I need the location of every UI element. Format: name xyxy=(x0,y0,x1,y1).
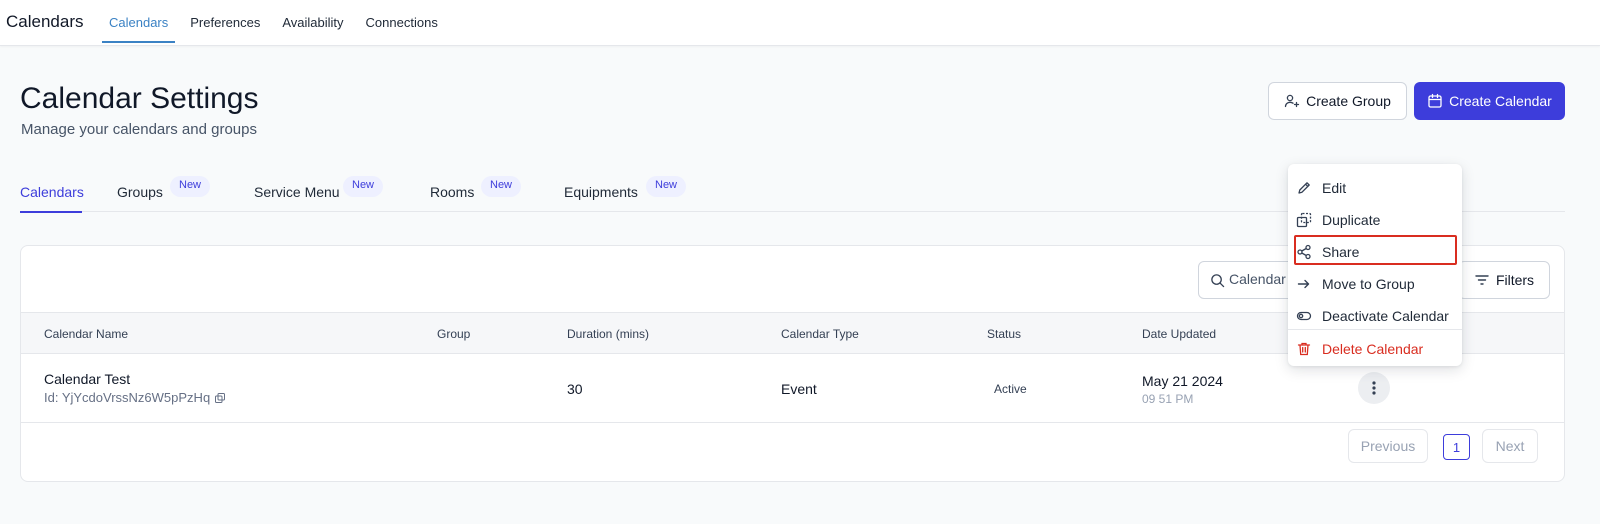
calendar-name[interactable]: Calendar Test xyxy=(44,371,130,387)
create-calendar-button[interactable]: Create Calendar xyxy=(1414,82,1565,120)
duplicate-icon xyxy=(1296,212,1312,228)
previous-button[interactable]: Previous xyxy=(1348,429,1428,463)
menu-item-label: Edit xyxy=(1322,180,1347,196)
create-calendar-label: Create Calendar xyxy=(1449,93,1552,109)
tab-label: Service Menu xyxy=(254,184,340,200)
calendar-id: Id: YjYcdoVrssNz6W5pPzHq xyxy=(44,390,226,405)
new-badge: New xyxy=(343,176,384,197)
tab-groups[interactable]: Groups New xyxy=(117,176,232,212)
copy-icon[interactable] xyxy=(214,392,226,404)
new-badge: New xyxy=(481,176,522,197)
menu-item-label: Duplicate xyxy=(1322,212,1381,228)
menu-item-label: Delete Calendar xyxy=(1322,341,1424,357)
menu-item-label: Share xyxy=(1322,244,1360,260)
tab-equipments[interactable]: Equipments New xyxy=(564,176,704,212)
topnav-preferences[interactable]: Preferences xyxy=(183,0,267,44)
menu-item-duplicate[interactable]: Duplicate xyxy=(1288,205,1462,235)
column-header-status: Status xyxy=(987,327,1022,341)
filters-label: Filters xyxy=(1495,272,1535,288)
menu-item-move-to-group[interactable]: Move to Group xyxy=(1288,269,1462,299)
new-badge: New xyxy=(646,176,687,197)
next-button[interactable]: Next xyxy=(1482,429,1538,463)
topnav-calendars[interactable]: Calendars xyxy=(102,0,176,44)
tab-label: Groups xyxy=(117,184,163,200)
page-subtitle: Manage your calendars and groups xyxy=(21,121,257,138)
arrow-right-icon xyxy=(1296,276,1312,292)
column-header-duration: Duration (mins) xyxy=(567,327,650,341)
page-title: Calendar Settings xyxy=(20,82,259,115)
calendar-id-text: Id: YjYcdoVrssNz6W5pPzHq xyxy=(44,390,211,405)
topnav-connections[interactable]: Connections xyxy=(359,0,445,44)
column-header-date-updated: Date Updated xyxy=(1142,327,1217,341)
top-nav: Calendars Preferences Availability Conne… xyxy=(102,0,453,46)
column-header-calendar-type: Calendar Type xyxy=(781,327,859,341)
tab-label: Rooms xyxy=(430,184,475,200)
menu-item-label: Move to Group xyxy=(1322,276,1415,292)
filter-icon xyxy=(1474,272,1490,288)
menu-divider xyxy=(1288,329,1462,330)
calendar-icon xyxy=(1427,93,1443,109)
app-title: Calendars xyxy=(6,12,84,31)
date-updated-value: May 21 2024 xyxy=(1142,373,1223,389)
top-bar: Calendars Calendars Preferences Availabi… xyxy=(0,0,1600,46)
column-header-group: Group xyxy=(437,327,471,341)
tab-rooms[interactable]: Rooms New xyxy=(430,176,530,212)
menu-item-delete-calendar[interactable]: Delete Calendar xyxy=(1288,334,1462,364)
page-1-button[interactable]: 1 xyxy=(1443,434,1470,460)
row-actions-button[interactable] xyxy=(1358,372,1390,404)
user-plus-icon xyxy=(1284,93,1300,109)
tab-service-menu[interactable]: Service Menu New xyxy=(254,176,394,212)
menu-item-label: Deactivate Calendar xyxy=(1322,308,1449,324)
calendar-type-value: Event xyxy=(781,381,817,397)
tab-label: Calendars xyxy=(20,184,84,200)
share-icon xyxy=(1296,244,1312,260)
duration-value: 30 xyxy=(567,381,583,397)
tab-calendars[interactable]: Calendars xyxy=(20,176,84,213)
time-updated-value: 09 51 PM xyxy=(1142,392,1194,406)
filters-button[interactable]: Filters xyxy=(1458,261,1550,299)
create-group-label: Create Group xyxy=(1306,93,1391,109)
status-badge: Active xyxy=(994,382,1027,396)
column-header-calendar-name: Calendar Name xyxy=(44,327,129,341)
menu-item-deactivate-calendar[interactable]: Deactivate Calendar xyxy=(1288,301,1462,331)
topnav-availability[interactable]: Availability xyxy=(275,0,350,44)
toggle-icon xyxy=(1296,308,1312,324)
create-group-button[interactable]: Create Group xyxy=(1268,82,1407,120)
row-context-menu: Edit Duplicate Share Move to Group Deact… xyxy=(1288,164,1462,366)
pencil-icon xyxy=(1296,180,1312,196)
more-vertical-icon xyxy=(1372,381,1376,395)
menu-item-edit[interactable]: Edit xyxy=(1288,173,1462,203)
new-badge: New xyxy=(170,176,211,197)
tab-label: Equipments xyxy=(564,184,638,200)
search-icon xyxy=(1210,273,1226,289)
trash-icon xyxy=(1296,341,1312,357)
menu-item-share[interactable]: Share xyxy=(1288,237,1462,267)
